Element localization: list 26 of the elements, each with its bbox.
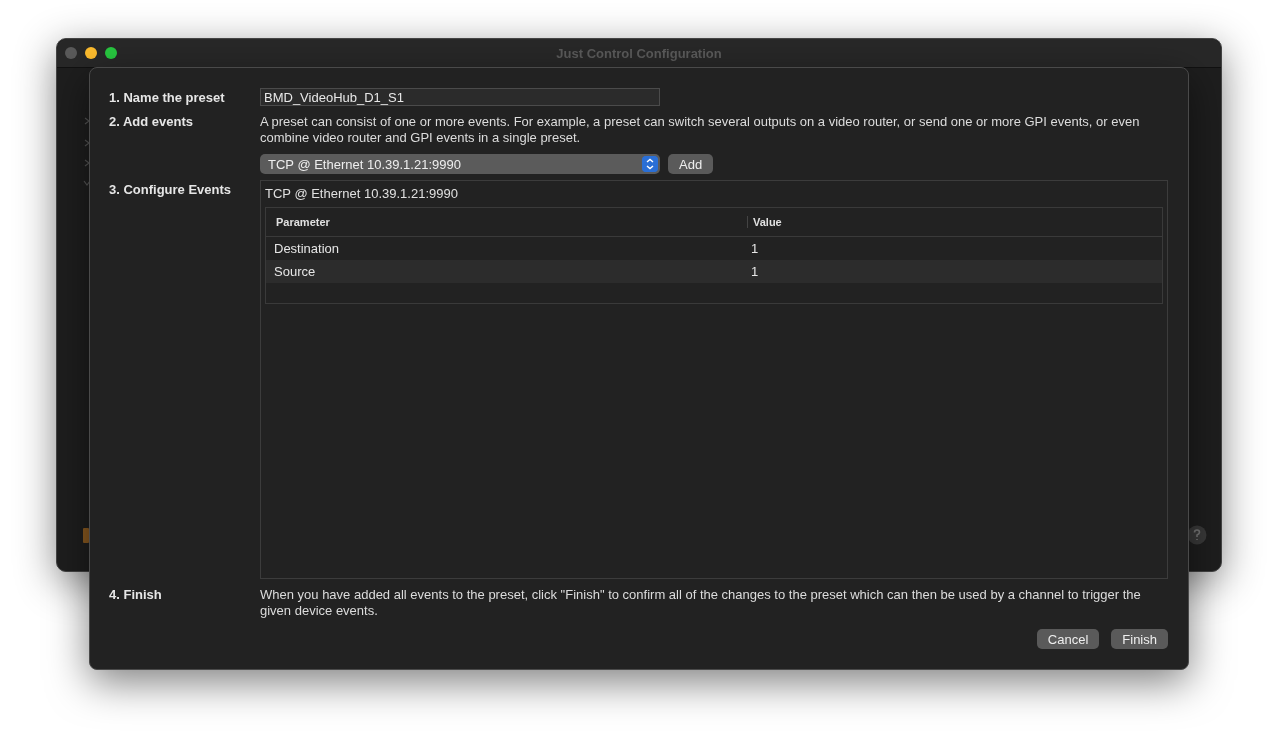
step-label: 2. Add events bbox=[109, 113, 195, 131]
step-label: 4. Finish bbox=[109, 586, 163, 604]
step-label: 1. Name the preset bbox=[109, 89, 226, 106]
column-header[interactable]: Value bbox=[747, 216, 1162, 228]
device-dropdown[interactable]: TCP @ Ethernet 10.39.1.21:9990 bbox=[260, 154, 660, 174]
column-header[interactable]: Parameter bbox=[266, 216, 747, 228]
minimize-icon[interactable] bbox=[85, 47, 97, 59]
table-cell-text: 1 bbox=[750, 264, 760, 279]
table-cell-text: Source bbox=[273, 264, 317, 279]
table-cell-text: Destination bbox=[273, 241, 341, 256]
finish-text: When you have added all events to the preset, click "Finish" to confirm all of the changes to the preset which can then be used by a channel to trigger the given device events. bbox=[260, 587, 1142, 619]
stepper-icon bbox=[642, 156, 658, 172]
dialog-button[interactable]: Cancel bbox=[1036, 629, 1100, 649]
dialog-button[interactable]: Finish bbox=[1111, 629, 1168, 649]
table-cell-text: 1 bbox=[750, 241, 760, 256]
event-title: TCP @ Ethernet 10.39.1.21:9990 bbox=[265, 185, 459, 203]
chevron-icon[interactable] bbox=[83, 117, 91, 125]
chevron-icon[interactable] bbox=[83, 159, 91, 167]
zoom-icon[interactable] bbox=[105, 47, 117, 59]
chevron-icon[interactable] bbox=[83, 139, 91, 147]
close-icon[interactable] bbox=[65, 47, 77, 59]
step-label: 3. Configure Events bbox=[109, 181, 233, 199]
description-text: A preset can consist of one or more events. For example, a preset can switch several outputs on a video router, or send one or more GPI events, or even combine video router and GPI events in a single preset. bbox=[260, 114, 1141, 146]
preset-name-field[interactable]: BMD_VideoHub_D1_S1 bbox=[260, 88, 660, 106]
status-icon bbox=[83, 528, 89, 543]
add-button[interactable]: Add bbox=[668, 154, 714, 174]
